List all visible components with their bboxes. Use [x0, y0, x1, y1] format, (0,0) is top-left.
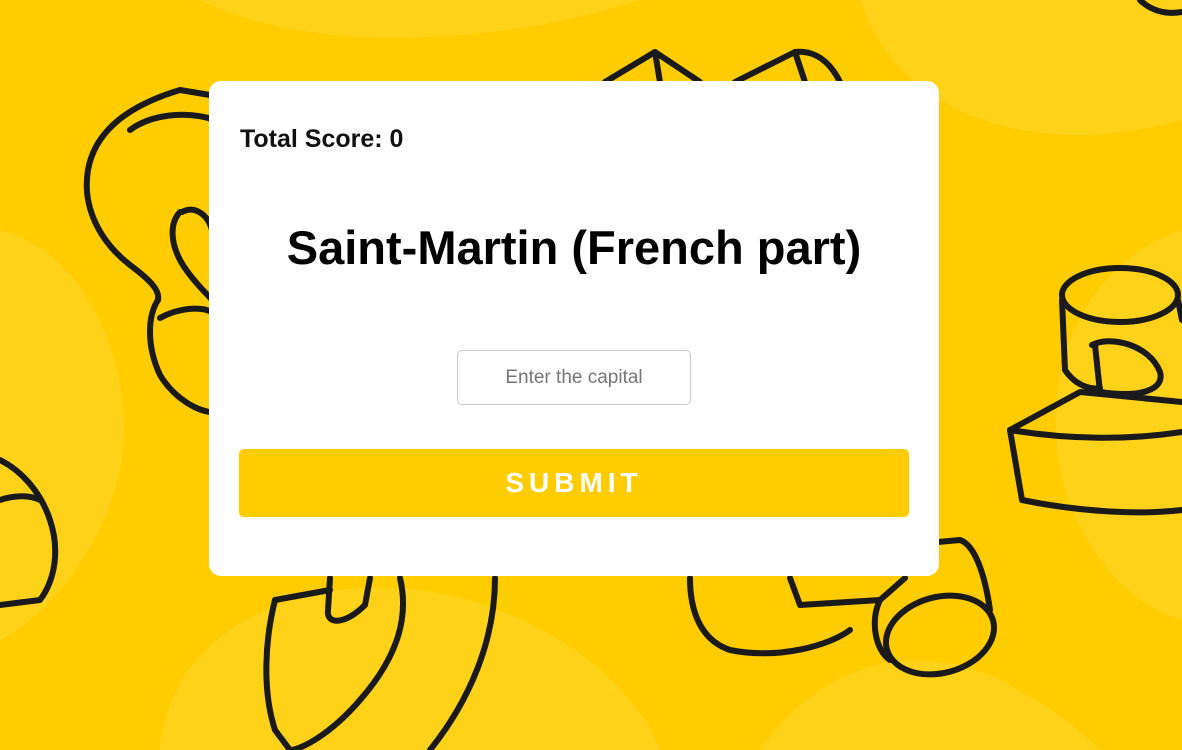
- country-name: Saint-Martin (French part): [286, 221, 862, 274]
- submit-button[interactable]: SUBMIT: [239, 449, 909, 517]
- pyramid-shapes-top: [602, 48, 843, 85]
- total-score: Total Score: 0: [240, 125, 404, 153]
- quiz-card: Total Score: 0 Saint-Martin (French part…: [209, 81, 939, 576]
- capital-input[interactable]: [457, 350, 691, 405]
